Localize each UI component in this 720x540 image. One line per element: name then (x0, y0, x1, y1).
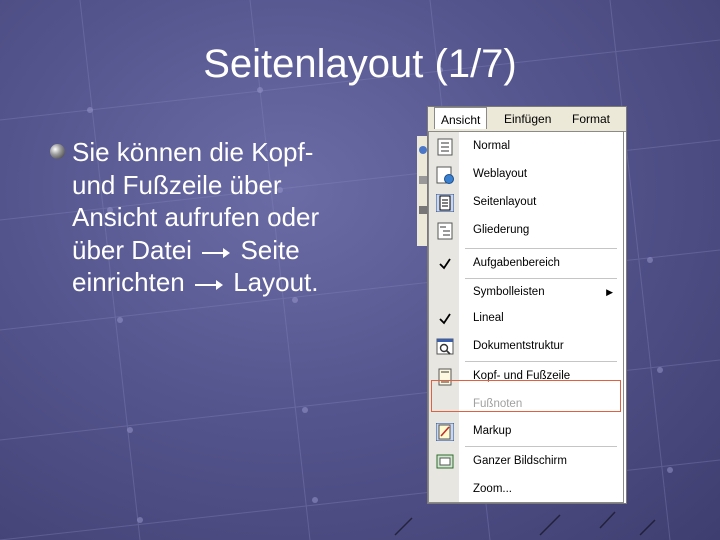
arrow-right-icon (194, 277, 224, 291)
web-layout-icon (436, 166, 454, 184)
menu-separator (465, 446, 617, 447)
bullet-line-5b: Layout. (233, 267, 319, 297)
menu-format[interactable]: Format (572, 112, 610, 126)
bullet-line-4a: über Datei (72, 234, 192, 265)
menu-item-label: Seitenlayout (473, 196, 537, 208)
bullet-line-4b: Seite (240, 234, 300, 265)
menu-item-dokumentstruktur[interactable]: Dokumentstruktur (429, 334, 623, 360)
document-map-icon (436, 338, 454, 355)
menu-item-ganzer-bildschirm[interactable]: Ganzer Bildschirm (429, 449, 623, 475)
menu-item-label: Weblayout (473, 168, 528, 180)
menu-separator (465, 278, 617, 279)
menu-item-weblayout[interactable]: Weblayout (429, 162, 623, 188)
menu-item-label: Ganzer Bildschirm (473, 455, 567, 467)
menu-screenshot: Ansicht Einfügen Format Normal Weblayout… (427, 106, 627, 504)
menu-einfuegen[interactable]: Einfügen (504, 112, 551, 126)
menu-item-label: Lineal (473, 312, 504, 324)
menu-item-label: Aufgabenbereich (473, 257, 560, 269)
bullet-line-3: Ansicht aufrufen oder (72, 202, 320, 232)
menu-ansicht[interactable]: Ansicht (434, 107, 488, 129)
normal-view-icon (437, 138, 453, 156)
menu-item-label: Gliederung (473, 224, 530, 236)
menu-item-label: Zoom... (473, 483, 512, 495)
outline-icon (437, 222, 453, 240)
highlight-box (431, 380, 621, 412)
bullet-line-1: Sie können die Kopf- (72, 137, 314, 167)
menu-separator (465, 361, 617, 362)
menu-item-label: Dokumentstruktur (473, 340, 564, 352)
menu-bar: Ansicht Einfügen Format (428, 107, 626, 132)
menu-separator (465, 248, 617, 249)
bullet-icon (50, 144, 65, 159)
menu-item-seitenlayout[interactable]: Seitenlayout (429, 190, 623, 216)
menu-item-lineal[interactable]: Lineal (429, 306, 623, 332)
menu-item-label: Markup (473, 425, 512, 437)
submenu-arrow-icon: ▶ (606, 287, 613, 297)
menu-item-label: Symbolleisten (473, 286, 545, 298)
arrow-right-icon (201, 245, 231, 259)
menu-item-gliederung[interactable]: Gliederung (429, 218, 623, 244)
bullet-line-5: einrichten Layout. (72, 266, 402, 299)
checkmark-icon (439, 258, 451, 270)
bullet-line-2: und Fußzeile über (72, 169, 282, 200)
bullet-line-5a: einrichten (72, 267, 185, 297)
menu-item-label: Normal (473, 140, 511, 152)
bullet-text: Sie können die Kopf- und Fußzeile über A… (72, 136, 402, 299)
markup-icon (436, 423, 454, 441)
checkmark-icon (439, 313, 451, 325)
slide-title: Seitenlayout (1/7) (203, 42, 517, 86)
page-layout-icon (436, 194, 454, 212)
bullet-line-4: über Datei Seite (72, 234, 402, 267)
menu-item-zoom[interactable]: Zoom... (429, 477, 623, 503)
menu-item-normal[interactable]: Normal (429, 134, 623, 160)
menu-item-markup[interactable]: Markup (429, 419, 623, 445)
full-screen-icon (436, 454, 454, 469)
menu-item-aufgabenbereich[interactable]: Aufgabenbereich (429, 251, 623, 277)
menu-item-symbolleisten[interactable]: Symbolleisten ▶ (429, 280, 623, 306)
view-menu-dropdown: Normal Weblayout Seitenlayout Gliederung… (428, 131, 624, 503)
